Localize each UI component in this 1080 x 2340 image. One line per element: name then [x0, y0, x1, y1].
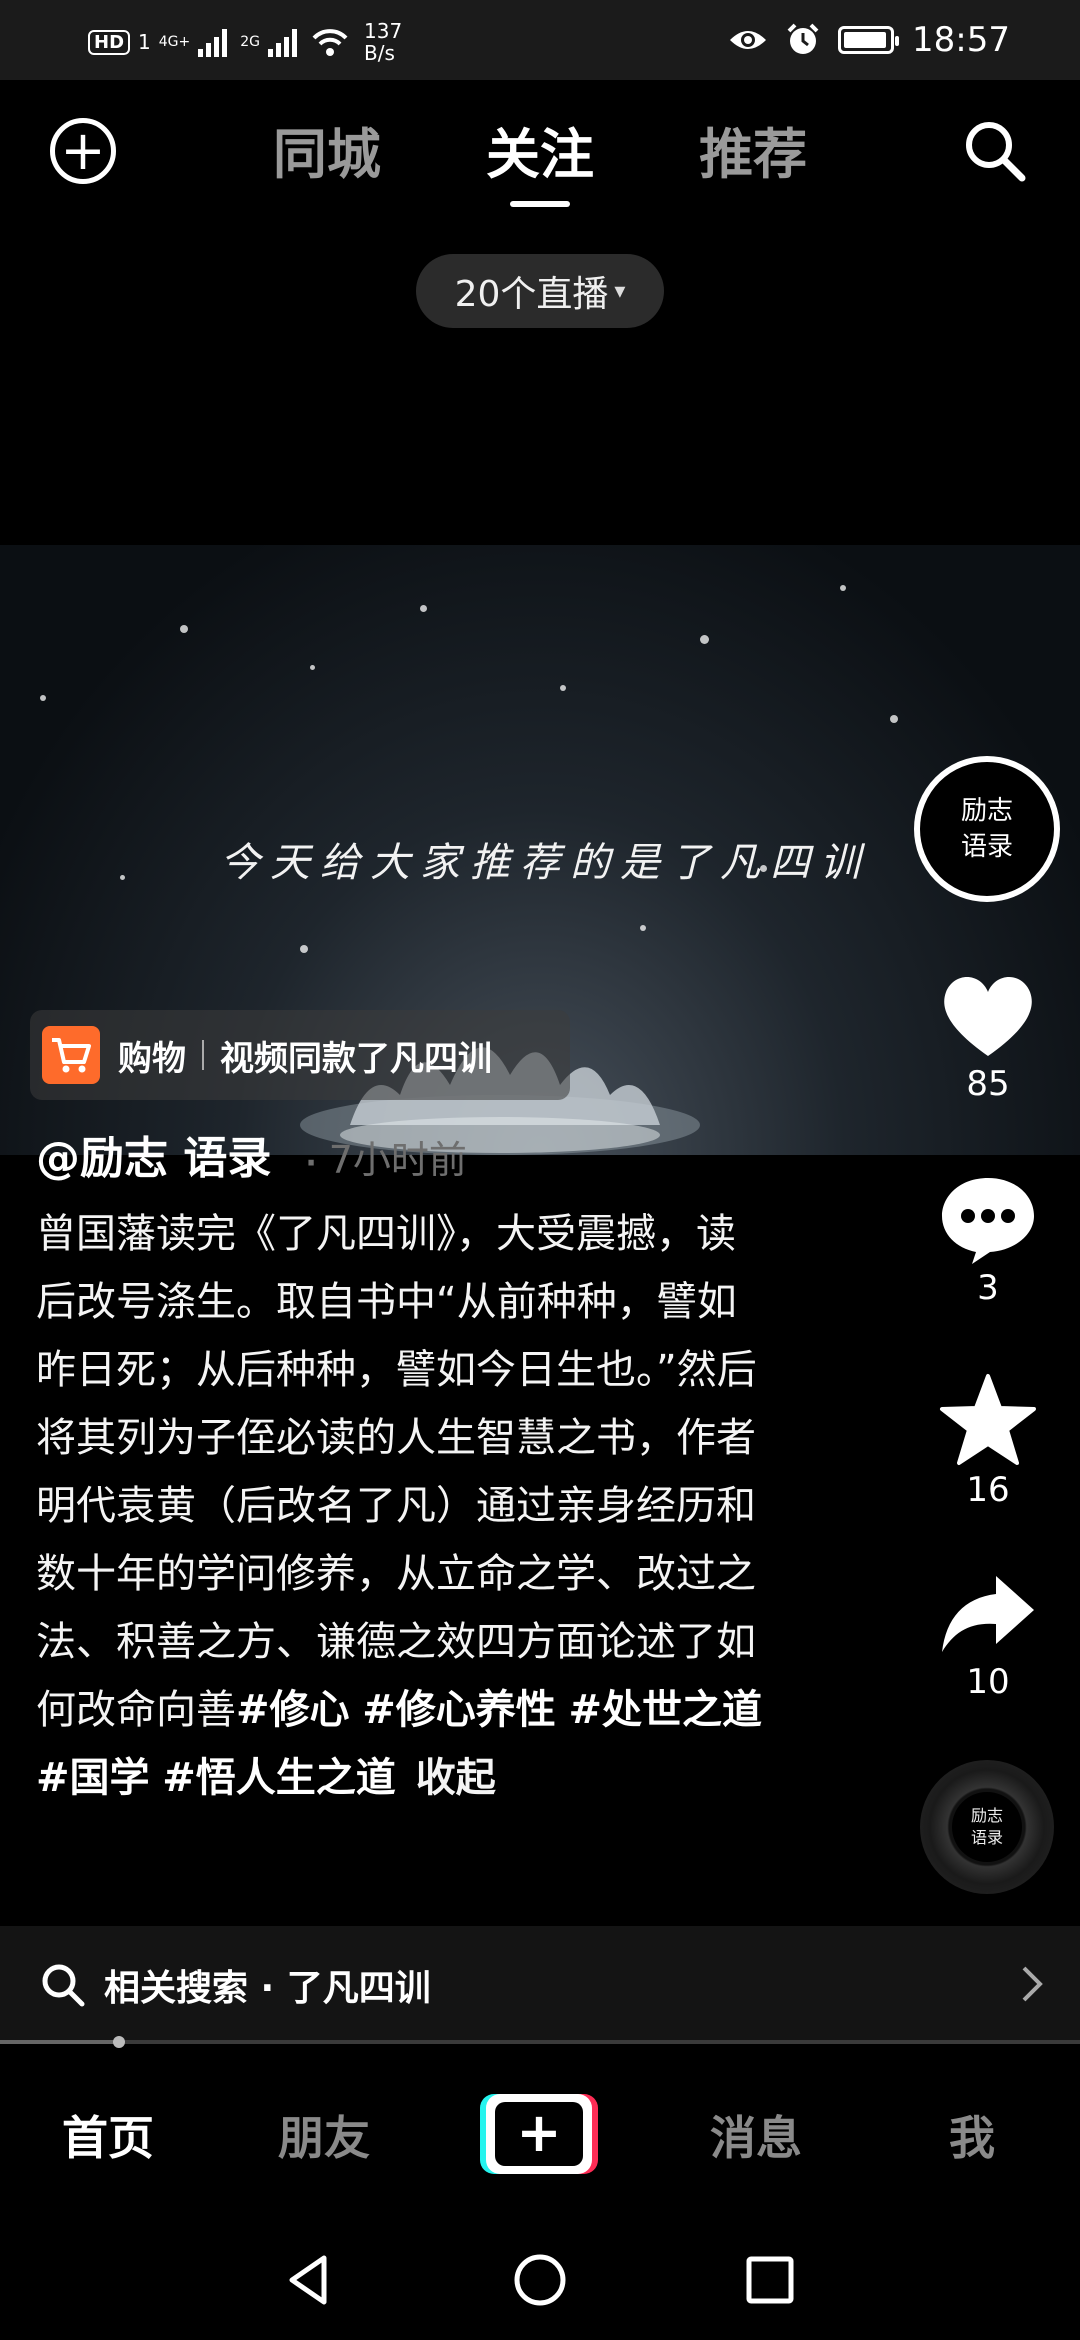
share-arrow-icon [942, 1576, 1034, 1652]
hashtag[interactable]: #悟人生之道 [162, 1755, 396, 1801]
back-triangle-icon[interactable] [280, 2250, 340, 2310]
create-button[interactable]: + [480, 2094, 598, 2174]
author-line: @励志 语录 · 7小时前 [36, 1122, 467, 1186]
video-caption: 今天给大家推荐的是了凡四训 [220, 840, 870, 886]
avatar-text-line1: 励志 [960, 796, 1013, 826]
water-drop [300, 945, 308, 953]
avatar-text-line2: 语录 [960, 832, 1013, 862]
author-separator: · [305, 1146, 317, 1181]
nav-friends[interactable]: 朋友 [216, 2102, 432, 2168]
status-bar: HD 1 4G+ 2G 137 B/s 18:57 [0, 0, 1080, 80]
hashtag[interactable]: #国学 [36, 1755, 150, 1801]
video-description: 曾国藩读完《了凡四训》，大受震撼，读后改号涤生。取自书中“从前种种，譬如昨日死；… [36, 1200, 766, 1812]
music-disc[interactable]: 励志 语录 [920, 1760, 1054, 1894]
favorite-count: 16 [966, 1470, 1010, 1510]
tab-following[interactable]: 关注 [486, 110, 594, 207]
post-time: 7小时前 [328, 1138, 467, 1182]
water-drop [640, 925, 646, 931]
search-icon [42, 1964, 85, 2007]
tab-recommended[interactable]: 推荐 [699, 110, 807, 189]
live-count-label: 20个直播 [454, 274, 609, 315]
sim-indicator: 1 [138, 30, 151, 54]
description-text: 曾国藩读完《了凡四训》，大受震撼，读后改号涤生。取自书中“从前种种，譬如昨日死；… [36, 1211, 757, 1733]
hd-badge: HD [88, 29, 131, 55]
music-disc-cover: 励志 语录 [952, 1792, 1022, 1862]
water-drop [840, 585, 846, 591]
live-count-pill[interactable]: 20个直播 ▾ [416, 254, 664, 328]
recents-square-icon[interactable] [740, 2250, 800, 2310]
water-drop [310, 665, 315, 670]
shopping-product-title: 视频同款了凡四训 [220, 1038, 492, 1079]
shopping-cart-icon [42, 1026, 100, 1084]
wifi-icon [312, 29, 348, 56]
nav-messages[interactable]: 消息 [648, 2102, 864, 2168]
comment-button[interactable]: 3 [925, 1172, 1051, 1308]
water-drop [120, 875, 125, 880]
author-handle[interactable]: @励志 语录 [36, 1122, 271, 1186]
caret-down-icon: ▾ [614, 278, 626, 304]
system-nav-bar [0, 2220, 1080, 2340]
status-left: HD 1 4G+ 2G 137 B/s [88, 18, 402, 66]
star-icon [940, 1374, 1036, 1465]
water-drop [560, 685, 566, 691]
comment-icon [942, 1178, 1034, 1264]
top-nav: + 同城 关注 推荐 [0, 80, 1080, 220]
nav-me[interactable]: 我 [864, 2102, 1080, 2168]
water-drop [890, 715, 898, 723]
share-count: 10 [966, 1662, 1010, 1702]
avatar[interactable]: 励志 语录 [914, 756, 1060, 902]
net-speed: 137 B/s [364, 20, 402, 64]
network-label-1: 4G+ [158, 34, 191, 50]
hashtag[interactable]: #修心 [236, 1687, 350, 1733]
net-speed-value: 137 [364, 19, 403, 43]
like-count: 85 [966, 1064, 1010, 1104]
alarm-icon [787, 23, 819, 54]
battery-icon [838, 26, 900, 54]
like-button[interactable]: 85 [925, 970, 1051, 1104]
playback-progress-fill [0, 2040, 119, 2044]
feed-tabs: 同城 关注 推荐 [0, 110, 1080, 207]
chevron-right-icon [1022, 1966, 1043, 2002]
water-drop [180, 625, 188, 633]
battery-fill [844, 32, 887, 48]
search-icon[interactable] [960, 116, 1030, 186]
eye-icon [730, 31, 767, 49]
shop-divider [202, 1040, 204, 1070]
status-right: 18:57 [728, 14, 1010, 66]
related-search-text: 相关搜索 · 了凡四训 [104, 1968, 431, 2009]
shopping-label: 购物 [118, 1038, 186, 1079]
home-circle-icon[interactable] [510, 2250, 570, 2310]
signal-icon [198, 29, 228, 57]
water-drop [40, 695, 46, 701]
hashtag[interactable]: #修心养性 [362, 1687, 556, 1733]
water-drop [420, 605, 427, 612]
heart-icon [944, 977, 1032, 1056]
hashtag[interactable]: #处世之道 [568, 1687, 762, 1733]
nav-home[interactable]: 首页 [0, 2102, 216, 2168]
playback-progress-bar[interactable] [0, 2036, 1080, 2048]
clock: 18:57 [912, 20, 1010, 60]
disc-text-line1: 励志 [970, 1806, 1003, 1825]
collapse-button[interactable]: 收起 [416, 1755, 496, 1801]
network-label-2: 2G [240, 34, 261, 50]
net-speed-unit: B/s [364, 41, 395, 65]
share-button[interactable]: 10 [925, 1572, 1051, 1702]
comment-count: 3 [977, 1268, 999, 1308]
playback-progress-knob[interactable] [112, 2036, 125, 2048]
shopping-tag[interactable]: 购物 视频同款了凡四训 [30, 1010, 570, 1100]
create-button-face: + [486, 2094, 592, 2174]
bottom-nav: 首页 朋友 + 消息 我 [0, 2050, 1080, 2220]
tab-nearby[interactable]: 同城 [273, 110, 381, 189]
related-search-bar[interactable]: 相关搜索 · 了凡四训 [0, 1926, 1080, 2044]
disc-text-line2: 语录 [970, 1828, 1003, 1847]
plus-icon: + [495, 2102, 583, 2166]
signal-icon-2 [268, 29, 298, 57]
water-drop [700, 635, 709, 644]
favorite-button[interactable]: 16 [925, 1372, 1051, 1510]
